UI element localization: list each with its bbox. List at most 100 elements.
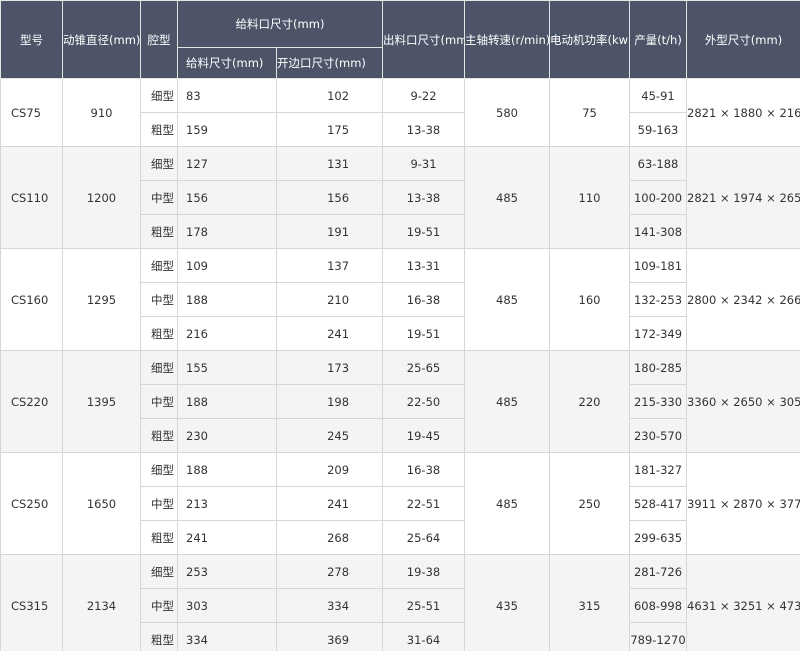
header-dimensions: 外型尺寸(mm)	[686, 0, 800, 79]
cavity-cell: 细型	[140, 78, 178, 113]
capacity-cell: 181-327	[629, 452, 688, 487]
speed-cell: 485	[464, 350, 551, 453]
model-name-cell: CS315	[0, 554, 63, 651]
discharge-cell: 19-45	[382, 418, 466, 453]
speed-cell: 580	[464, 78, 551, 147]
cavity-cell: 粗型	[140, 112, 178, 147]
open-side-cell: 173	[275, 350, 384, 385]
open-side-cell: 241	[275, 316, 384, 351]
discharge-cell: 22-50	[382, 384, 466, 419]
feed-size-cell: 156	[177, 180, 277, 215]
cone-diameter-cell: 1395	[62, 350, 141, 453]
discharge-cell: 13-38	[382, 180, 466, 215]
cavity-cell: 粗型	[140, 418, 178, 453]
table-row: CS250 1650 细型 188 209 16-38 485 250 181-327 3911 …	[0, 452, 800, 555]
discharge-cell: 9-22	[382, 78, 466, 113]
feed-size-cell: 213	[177, 486, 277, 521]
feed-size-cell: 159	[177, 112, 277, 147]
header-discharge: 出料口尺寸(mm)	[382, 0, 466, 79]
feed-size-cell: 241	[177, 520, 277, 555]
cavity-cell: 中型	[140, 486, 178, 521]
header-cavity: 腔型	[140, 0, 178, 79]
discharge-cell: 31-64	[382, 622, 466, 651]
open-side-cell: 278	[275, 554, 384, 589]
open-side-cell: 131	[275, 146, 384, 181]
cavity-cell: 粗型	[140, 214, 178, 249]
discharge-cell: 19-38	[382, 554, 466, 589]
power-cell: 250	[549, 452, 631, 555]
cavity-cell: 粗型	[140, 622, 178, 651]
feed-size-cell: 188	[177, 282, 277, 317]
table-row: CS110 1200 细型 127 131 9-31 485 110 63-188 2821 × …	[0, 146, 800, 249]
open-side-cell: 334	[275, 588, 384, 623]
capacity-cell: 45-91	[629, 78, 688, 113]
header-model: 型号	[0, 0, 63, 79]
crusher-spec-table: 型号 动锥直径(mm) 腔型 给料口尺寸(mm) 出料口尺寸(mm) 主轴转速(…	[0, 0, 800, 651]
open-side-cell: 191	[275, 214, 384, 249]
open-side-cell: 209	[275, 452, 384, 487]
power-cell: 75	[549, 78, 631, 147]
header-cone-diameter: 动锥直径(mm)	[62, 0, 141, 79]
spec-table-container: 型号 动锥直径(mm) 腔型 给料口尺寸(mm) 出料口尺寸(mm) 主轴转速(…	[0, 0, 800, 651]
speed-cell: 485	[464, 248, 551, 351]
feed-size-cell: 83	[177, 78, 277, 113]
dimensions-cell: 2821 × 1974 × 2651	[686, 146, 800, 249]
cone-diameter-cell: 2134	[62, 554, 141, 651]
cavity-cell: 粗型	[140, 520, 178, 555]
open-side-cell: 156	[275, 180, 384, 215]
discharge-cell: 25-51	[382, 588, 466, 623]
feed-size-cell: 303	[177, 588, 277, 623]
cavity-cell: 细型	[140, 146, 178, 181]
speed-cell: 485	[464, 452, 551, 555]
power-cell: 110	[549, 146, 631, 249]
feed-size-cell: 188	[177, 384, 277, 419]
table-header: 型号 动锥直径(mm) 腔型 给料口尺寸(mm) 出料口尺寸(mm) 主轴转速(…	[0, 0, 800, 79]
open-side-cell: 175	[275, 112, 384, 147]
feed-size-cell: 253	[177, 554, 277, 589]
dimensions-cell: 3911 × 2870 × 3771	[686, 452, 800, 555]
discharge-cell: 13-31	[382, 248, 466, 283]
header-open-side: 开边口尺寸(mm)	[275, 47, 384, 79]
table-row: CS75 910 细型 83 102 9-22 580 75 45-91 2821 × 1880 …	[0, 78, 800, 147]
table-row: CS220 1395 细型 155 173 25-65 485 220 180-285 3360 …	[0, 350, 800, 453]
discharge-cell: 9-31	[382, 146, 466, 181]
cavity-cell: 中型	[140, 384, 178, 419]
discharge-cell: 13-38	[382, 112, 466, 147]
cavity-cell: 细型	[140, 248, 178, 283]
table-row: CS160 1295 细型 109 137 13-31 485 160 109-181 2800 …	[0, 248, 800, 351]
table-body: CS75 910 细型 83 102 9-22 580 75 45-91 2821 × 1880 …	[0, 78, 800, 651]
open-side-cell: 210	[275, 282, 384, 317]
power-cell: 160	[549, 248, 631, 351]
power-cell: 315	[549, 554, 631, 651]
capacity-cell: 608-998	[629, 588, 688, 623]
capacity-cell: 63-188	[629, 146, 688, 181]
feed-size-cell: 188	[177, 452, 277, 487]
capacity-cell: 528-417	[629, 486, 688, 521]
speed-cell: 435	[464, 554, 551, 651]
header-feed-size: 给料尺寸(mm)	[177, 47, 277, 79]
model-name-cell: CS250	[0, 452, 63, 555]
header-capacity: 产量(t/h)	[629, 0, 688, 79]
dimensions-cell: 4631 × 3251 × 4732	[686, 554, 800, 651]
open-side-cell: 268	[275, 520, 384, 555]
capacity-cell: 132-253	[629, 282, 688, 317]
capacity-cell: 172-349	[629, 316, 688, 351]
table-row: CS315 2134 细型 253 278 19-38 435 315 281-726 4631 …	[0, 554, 800, 651]
discharge-cell: 25-64	[382, 520, 466, 555]
model-name-cell: CS220	[0, 350, 63, 453]
cavity-cell: 细型	[140, 452, 178, 487]
open-side-cell: 369	[275, 622, 384, 651]
feed-size-cell: 109	[177, 248, 277, 283]
open-side-cell: 102	[275, 78, 384, 113]
capacity-cell: 281-726	[629, 554, 688, 589]
discharge-cell: 19-51	[382, 316, 466, 351]
cavity-cell: 中型	[140, 180, 178, 215]
capacity-cell: 100-200	[629, 180, 688, 215]
model-name-cell: CS75	[0, 78, 63, 147]
model-name-cell: CS160	[0, 248, 63, 351]
cavity-cell: 粗型	[140, 316, 178, 351]
capacity-cell: 109-181	[629, 248, 688, 283]
feed-size-cell: 178	[177, 214, 277, 249]
capacity-cell: 215-330	[629, 384, 688, 419]
feed-size-cell: 127	[177, 146, 277, 181]
